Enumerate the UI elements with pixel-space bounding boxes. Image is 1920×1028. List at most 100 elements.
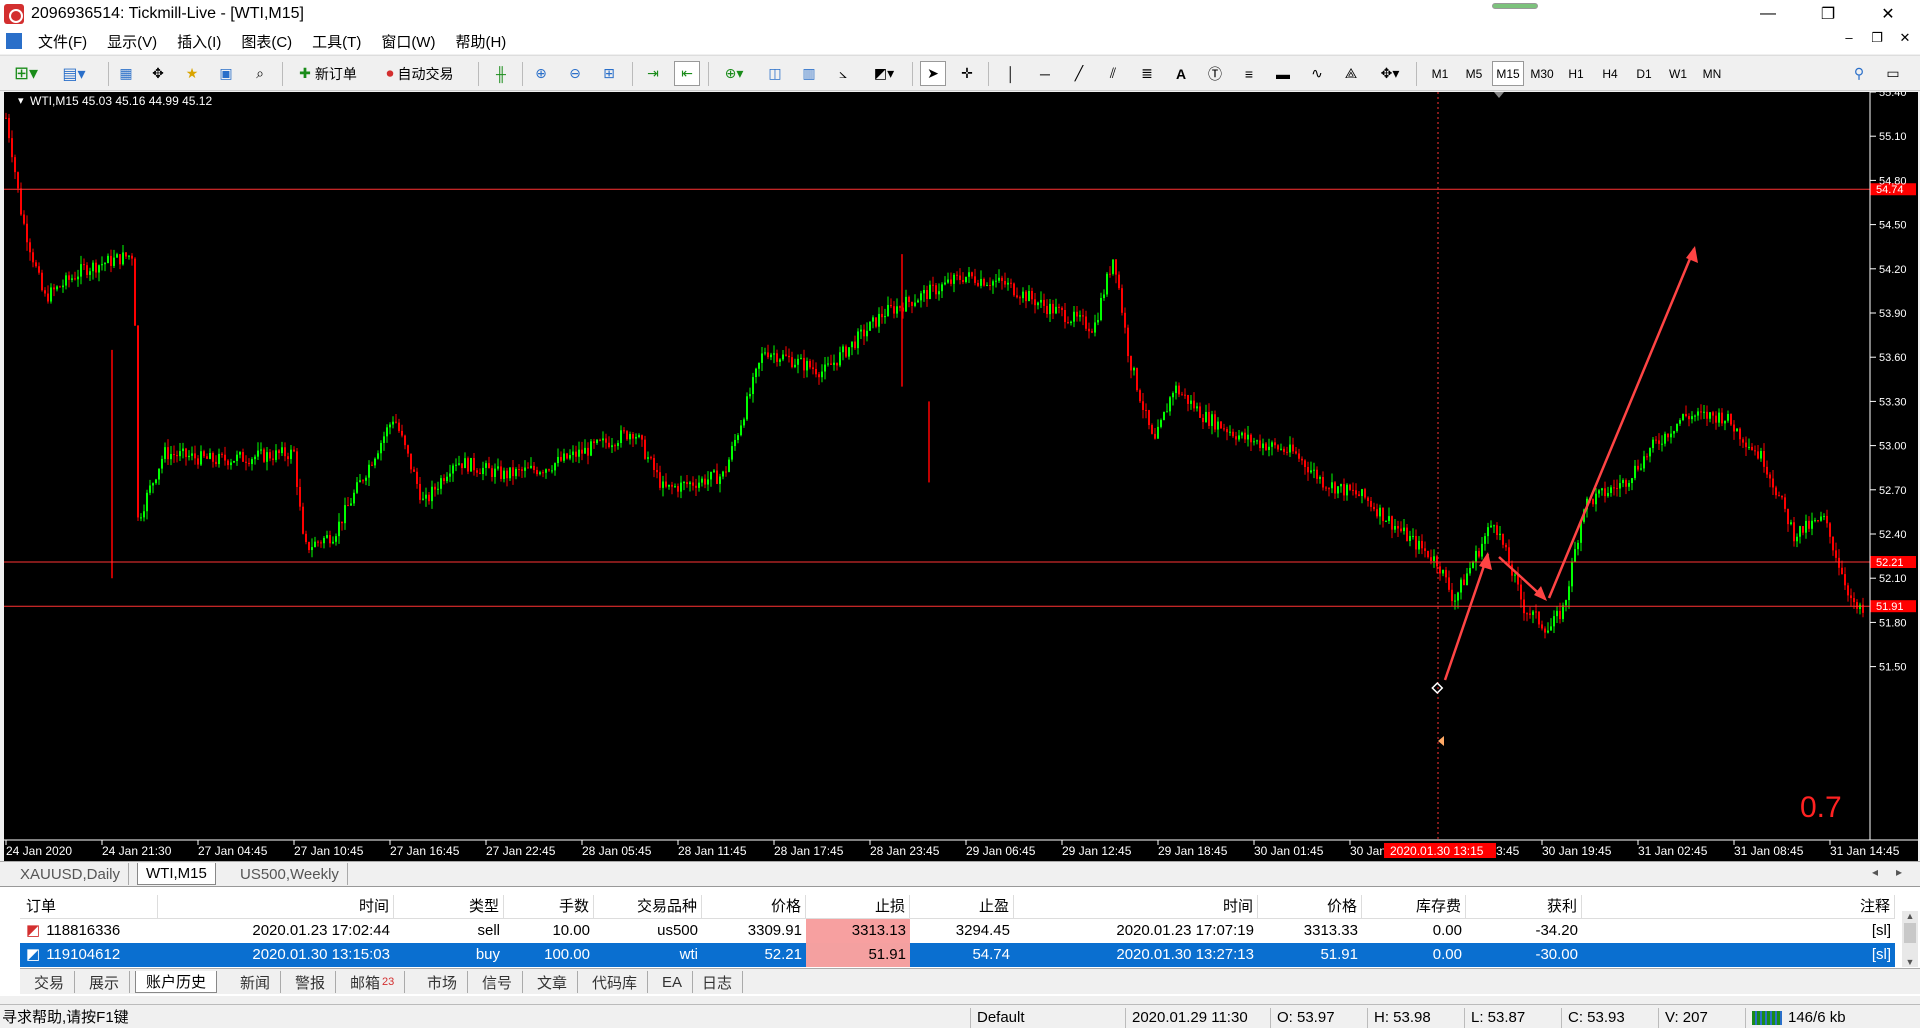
col-open-price[interactable]: 价格 [702,895,806,919]
search-icon[interactable]: ⚲ [1846,61,1872,86]
tab-scroll-left-icon[interactable]: ◂ [1872,865,1878,879]
chart-window-icon[interactable] [6,33,22,49]
terminal-icon[interactable]: ▣ [213,61,239,86]
tab-market[interactable]: 市场 [417,971,469,993]
market-watch-icon[interactable]: ▦ [113,61,139,86]
chat-icon[interactable]: ▭ [1880,61,1906,86]
col-swap[interactable]: 库存费 [1362,895,1466,919]
tile-windows-icon[interactable]: ⊞ [596,61,622,86]
close-button[interactable]: ✕ [1860,0,1916,28]
line-studies-icon[interactable]: ⦣ [830,61,856,86]
terminal-scrollbar[interactable]: ▲ ▼ [1902,911,1918,967]
scroll-up-icon[interactable]: ▲ [1902,911,1918,921]
indicators-icon[interactable]: ⊕▾ [716,61,752,86]
chart-tab-xauusd[interactable]: XAUUSD,Daily [12,863,130,885]
cursor-icon[interactable]: ➤ [920,61,946,86]
tab-exposure[interactable]: 展示 [79,971,131,993]
menu-file[interactable]: 文件(F) [28,31,97,52]
crosshair-icon[interactable]: ✛ [954,61,980,86]
scroll-down-icon[interactable]: ▼ [1902,957,1918,967]
chart-type-icon[interactable]: ◩▾ [866,61,902,86]
vertical-line-icon[interactable]: │ [998,61,1024,86]
candle-body [1433,556,1435,562]
strategy-tester-icon[interactable]: ⌕ [247,61,273,86]
menu-window[interactable]: 窗口(W) [371,31,445,52]
menu-charts[interactable]: 图表(C) [231,31,302,52]
col-volume[interactable]: 手数 [504,895,594,919]
tab-account-history[interactable]: 账户历史 [135,971,218,993]
tab-journal[interactable]: 日志 [692,971,744,993]
maximize-button[interactable]: ❐ [1800,0,1856,28]
col-order[interactable]: 订单 [20,895,158,919]
timeframe-m30[interactable]: M30 [1526,61,1558,86]
price-chart[interactable]: 54.74 52.21 51.91 ▾ WTI,M15 45.03 45.16 44… [4,87,1918,861]
timeframe-d1[interactable]: D1 [1628,61,1660,86]
col-type[interactable]: 类型 [394,895,504,919]
tab-scroll-right-icon[interactable]: ▸ [1896,865,1902,879]
tab-trade[interactable]: 交易 [24,971,76,993]
auto-trading-button[interactable]: ⏺ 自动交易 [374,61,466,86]
menu-insert[interactable]: 插入(I) [167,31,231,52]
col-comment[interactable]: 注释 [1582,895,1895,919]
chart-shift-icon[interactable]: ⇤ [674,61,700,86]
horizontal-line-icon[interactable]: ─ [1032,61,1058,86]
col-open-time[interactable]: 时间 [158,895,394,919]
fibo-fan-icon[interactable]: ≡ [1236,61,1262,86]
tab-alerts[interactable]: 警报 [285,971,337,993]
trendline-icon[interactable]: ╱ [1066,61,1092,86]
col-sl[interactable]: 止损 [806,895,910,919]
table-row[interactable]: ◩ 118816336 2020.01.23 17:02:44 sell 10.0… [20,919,1895,943]
gann-icon[interactable]: ⟁ [1338,61,1364,86]
tab-code-base[interactable]: 代码库 [582,971,649,993]
status-connection[interactable]: 146/6 kb [1745,1008,1846,1028]
channel-icon[interactable]: ⫽ [1100,61,1126,86]
tab-news[interactable]: 新闻 [230,971,282,993]
col-symbol[interactable]: 交易品种 [594,895,702,919]
zoom-in-icon[interactable]: ⊕ [528,61,554,86]
table-row-selected[interactable]: ◩ 119104612 2020.01.30 13:15:03 buy 100.0… [20,943,1895,967]
fibonacci-icon[interactable]: ≣ [1134,61,1160,86]
timeframe-w1[interactable]: W1 [1662,61,1694,86]
new-chart-icon[interactable]: ⊞▾ [8,61,44,86]
autoscroll-icon[interactable]: ⇥ [640,61,666,86]
col-profit[interactable]: 获利 [1466,895,1582,919]
zoom-out-icon[interactable]: ⊖ [562,61,588,86]
col-close-price[interactable]: 价格 [1258,895,1362,919]
tab-articles[interactable]: 文章 [527,971,579,993]
mdi-close-icon[interactable]: ✕ [1894,30,1916,46]
menu-help[interactable]: 帮助(H) [445,31,516,52]
col-close-time[interactable]: 时间 [1014,895,1258,919]
data-window-icon[interactable]: ✥ [145,61,171,86]
profiles-icon[interactable]: ▤▾ [56,61,92,86]
col-tp[interactable]: 止盈 [910,895,1014,919]
navigator-icon[interactable]: ★ [179,61,205,86]
minimize-button[interactable]: — [1740,0,1796,28]
timeframe-mn[interactable]: MN [1696,61,1728,86]
timeframe-h1[interactable]: H1 [1560,61,1592,86]
rectangle-icon[interactable]: ▬ [1270,61,1296,86]
tab-experts[interactable]: EA [652,971,694,993]
status-profile[interactable]: Default [970,1008,1025,1028]
chart-tab-us500[interactable]: US500,Weekly [232,863,348,885]
arrows-icon[interactable]: ✥▾ [1372,61,1408,86]
timeframe-m5[interactable]: M5 [1458,61,1490,86]
bar-chart-icon[interactable]: ╫ [488,61,514,86]
text-label-icon[interactable]: Ⓣ [1202,61,1228,86]
mdi-minimize-icon[interactable]: – [1838,30,1860,45]
timeframe-m15[interactable]: M15 [1492,61,1524,86]
chart-tab-wti[interactable]: WTI,M15 [137,863,216,885]
tab-signals[interactable]: 信号 [472,971,524,993]
new-order-button[interactable]: ✚ 新订单 [288,61,368,86]
mdi-restore-icon[interactable]: ❐ [1866,30,1888,46]
menu-view[interactable]: 显示(V) [97,31,167,52]
templates-icon[interactable]: ▥ [796,61,822,86]
tab-mailbox[interactable]: 邮箱 23 [340,971,406,993]
scroll-thumb[interactable] [1904,923,1916,943]
chart-svg[interactable]: 54.7452.2151.91 ▾ WTI,M15 45.03 45.16 44… [4,87,1918,861]
periods-icon[interactable]: ◫ [762,61,788,86]
menu-tools[interactable]: 工具(T) [302,31,371,52]
timeframe-h4[interactable]: H4 [1594,61,1626,86]
text-icon[interactable]: A [1168,61,1194,86]
elliott-icon[interactable]: ∿ [1304,61,1330,86]
timeframe-m1[interactable]: M1 [1424,61,1456,86]
